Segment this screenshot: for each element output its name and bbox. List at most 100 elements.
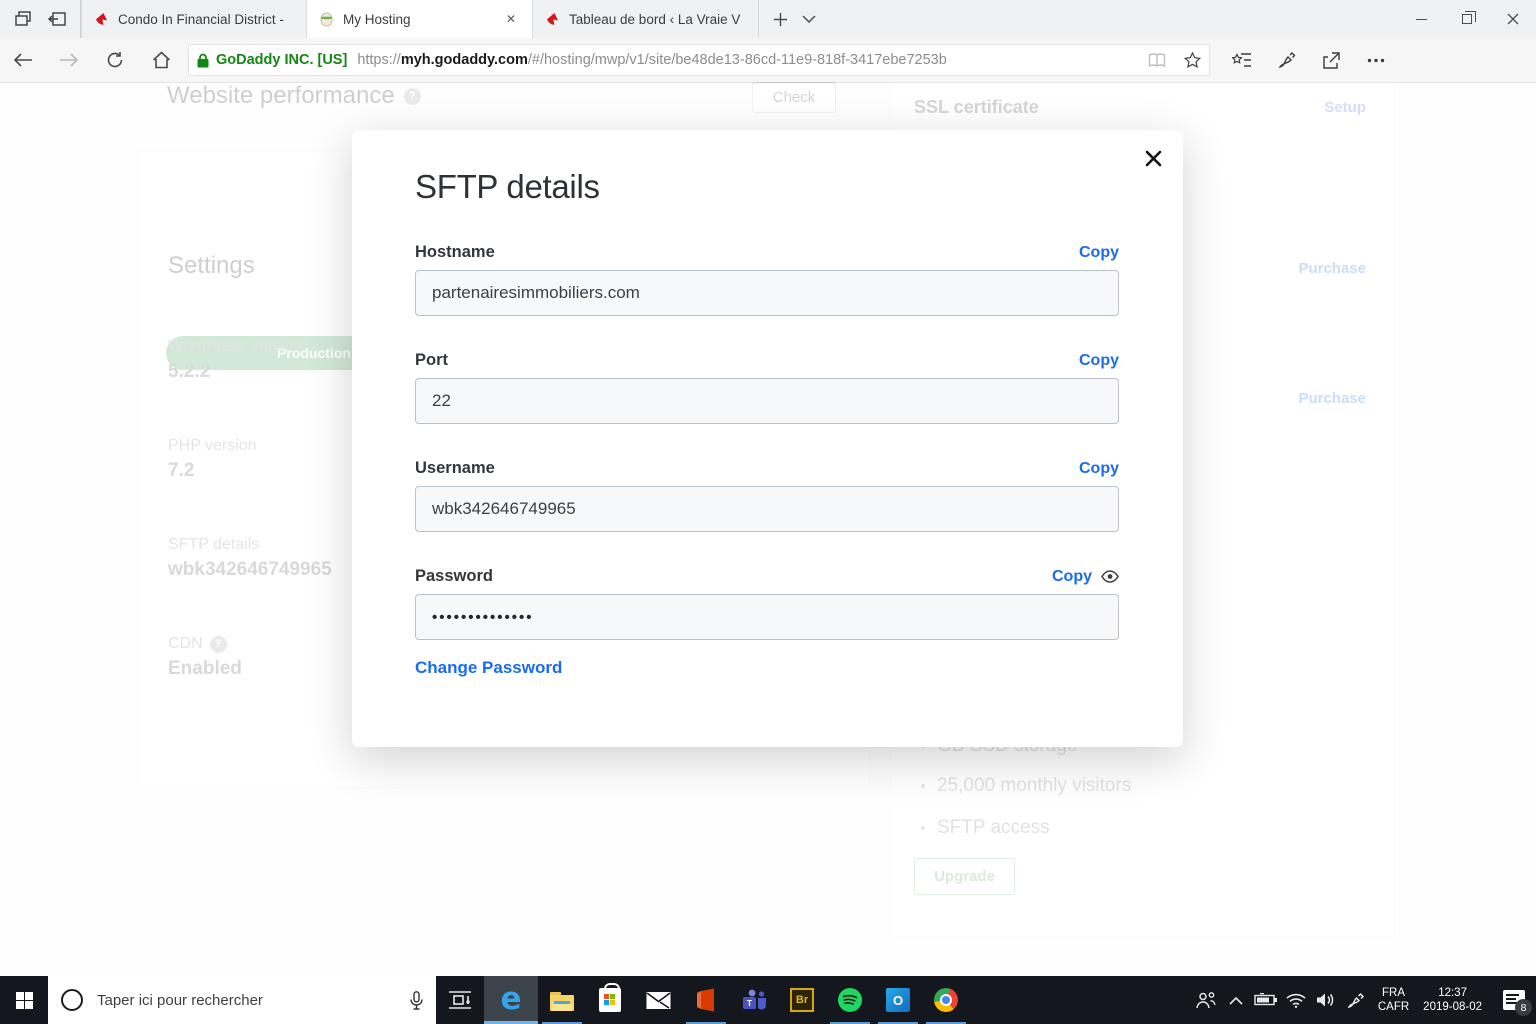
language-indicator[interactable]: FRA CAFR (1371, 986, 1416, 1014)
site-favicon-icon (546, 12, 559, 25)
set-tabs-aside-button[interactable] (40, 4, 74, 34)
chrome-icon (934, 988, 958, 1012)
minimize-icon (1415, 18, 1427, 20)
address-bar-icons (1148, 52, 1201, 68)
copy-username-button[interactable]: Copy (1079, 460, 1119, 478)
realtor-favicon-icon (95, 12, 108, 25)
tab-title: Condo In Financial District - (118, 11, 284, 27)
forward-button[interactable] (46, 38, 92, 83)
reading-view-icon[interactable] (1148, 52, 1166, 68)
change-password-link[interactable]: Change Password (415, 658, 562, 678)
home-button[interactable] (138, 38, 184, 83)
office-icon (697, 988, 714, 1012)
password-input[interactable] (415, 594, 1119, 640)
show-hidden-icons-button[interactable] (1221, 976, 1251, 1024)
new-tab-zone (759, 0, 830, 38)
password-label: Password (415, 567, 493, 585)
battery-icon (1254, 993, 1277, 1006)
volume-button[interactable] (1311, 976, 1341, 1024)
taskbar-edge-button[interactable]: e (484, 976, 538, 1024)
browser-actions (1232, 51, 1385, 69)
task-view-button[interactable] (436, 976, 484, 1024)
show-password-eye-icon[interactable] (1101, 570, 1119, 583)
people-button[interactable] (1191, 976, 1221, 1024)
clock[interactable]: 12:37 2019-08-02 (1416, 986, 1492, 1014)
close-window-button[interactable] (1490, 0, 1536, 38)
edge-icon: e (500, 980, 522, 1017)
battery-button[interactable] (1251, 976, 1281, 1024)
copy-password-button[interactable]: Copy (1052, 568, 1092, 586)
ink-pen-icon[interactable] (1278, 51, 1296, 69)
port-input[interactable] (415, 378, 1119, 424)
speaker-icon (1317, 993, 1334, 1007)
tab-preview-icon (15, 11, 31, 26)
tab-tableau-de-bord[interactable]: Tableau de bord ‹ La Vraie V (533, 0, 759, 38)
taskbar-mail-button[interactable] (634, 976, 682, 1024)
taskbar-outlook-button[interactable]: O (874, 976, 922, 1024)
hostname-input[interactable] (415, 270, 1119, 316)
tab-condo-financial-district[interactable]: Condo In Financial District - (81, 0, 307, 38)
language-primary: FRA (1382, 987, 1406, 999)
microphone-icon[interactable] (410, 990, 423, 1010)
taskbar-chrome-button[interactable] (922, 976, 970, 1024)
search-input[interactable] (95, 990, 398, 1010)
tab-my-hosting[interactable]: My Hosting ✕ (307, 0, 533, 38)
set-tabs-aside-icon (48, 12, 66, 26)
browser-nav-bar: GoDaddy INC. [US] https://myh.godaddy.co… (0, 38, 1536, 83)
taskbar-office-button[interactable] (682, 976, 730, 1024)
security-text: GoDaddy INC. [US] (216, 52, 348, 68)
back-button[interactable] (0, 38, 46, 83)
copy-hostname-button[interactable]: Copy (1079, 244, 1119, 262)
taskbar-spotify-button[interactable] (826, 976, 874, 1024)
file-explorer-icon (550, 991, 574, 1011)
action-center-button[interactable]: 8 (1492, 976, 1536, 1024)
close-icon (1145, 150, 1161, 166)
hostname-field-group: Hostname Copy (415, 243, 1119, 316)
copy-port-button[interactable]: Copy (1079, 352, 1119, 370)
share-icon[interactable] (1322, 51, 1341, 69)
tab-list-chevron-icon[interactable] (802, 14, 816, 24)
sftp-details-modal: SFTP details Hostname Copy Port Copy Use… (352, 130, 1183, 747)
lock-icon (197, 53, 209, 67)
new-tab-icon[interactable] (773, 12, 788, 27)
restore-button[interactable] (1444, 0, 1490, 38)
tab-close-icon[interactable]: ✕ (502, 10, 520, 28)
network-button[interactable] (1281, 976, 1311, 1024)
people-icon (1196, 991, 1216, 1008)
close-icon (1507, 13, 1519, 25)
tab-title: My Hosting (343, 11, 411, 27)
hub-icon[interactable] (1232, 52, 1252, 69)
refresh-button[interactable] (92, 38, 138, 83)
windows-taskbar: e T Br O (0, 976, 1536, 1024)
tab-preview-button[interactable] (6, 4, 40, 34)
notification-icon: 8 (1503, 990, 1532, 1016)
taskbar-file-explorer-button[interactable] (538, 976, 586, 1024)
modal-close-button[interactable] (1140, 145, 1166, 171)
address-bar[interactable]: GoDaddy INC. [US] https://myh.godaddy.co… (188, 44, 1210, 76)
forward-icon (60, 53, 79, 67)
minimize-button[interactable] (1398, 0, 1444, 38)
svg-text:T: T (746, 998, 752, 1008)
username-field-group: Username Copy (415, 459, 1119, 532)
taskbar-teams-button[interactable]: T (730, 976, 778, 1024)
username-input[interactable] (415, 486, 1119, 532)
port-field-group: Port Copy (415, 351, 1119, 424)
windows-ink-button[interactable] (1341, 976, 1371, 1024)
start-button[interactable] (0, 976, 48, 1024)
taskbar-bridge-button[interactable]: Br (778, 976, 826, 1024)
favorite-star-icon[interactable] (1184, 52, 1201, 68)
spotify-icon (838, 988, 862, 1012)
pen-icon (1347, 992, 1364, 1009)
notification-badge: 8 (1515, 999, 1532, 1016)
url-text: https://myh.godaddy.com/#/hosting/mwp/v1… (357, 52, 947, 68)
restore-icon (1462, 11, 1476, 24)
taskbar-store-button[interactable] (586, 976, 634, 1024)
outlook-icon: O (886, 988, 910, 1012)
taskbar-search[interactable] (48, 976, 436, 1024)
more-menu-icon[interactable] (1367, 58, 1385, 63)
back-icon (13, 53, 32, 67)
password-field-group: Password Copy (415, 567, 1119, 640)
site-security[interactable]: GoDaddy INC. [US] (197, 52, 347, 68)
teams-icon: T (742, 989, 766, 1010)
language-secondary: CAFR (1377, 1001, 1410, 1013)
